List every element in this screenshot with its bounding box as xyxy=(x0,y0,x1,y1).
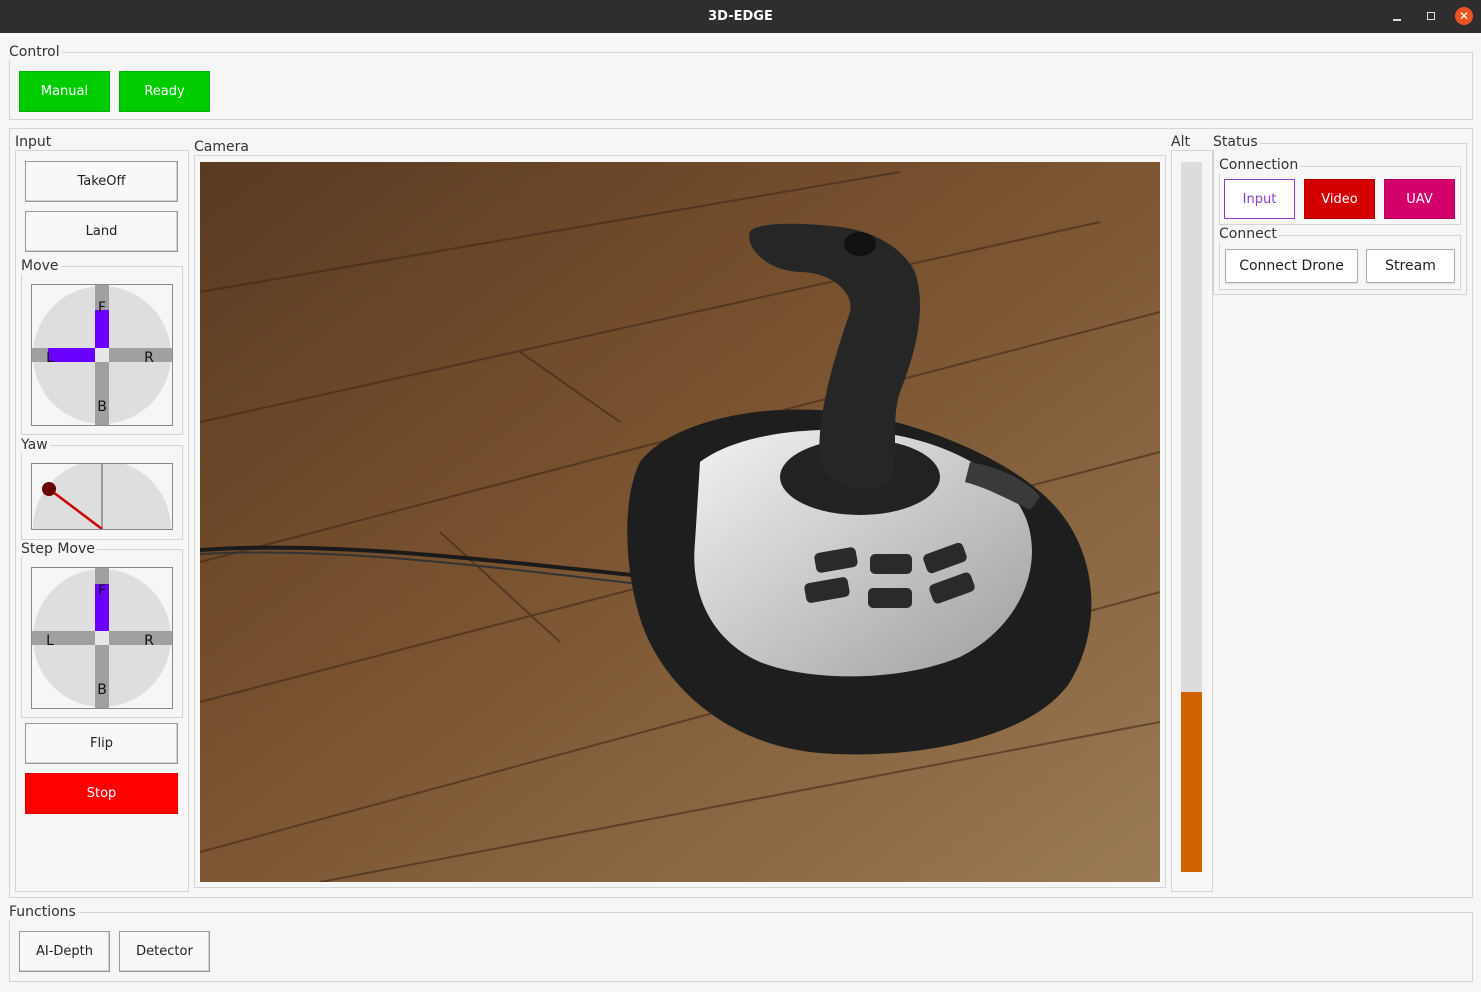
input-group-label: Input xyxy=(15,134,54,150)
step-center xyxy=(95,631,109,645)
move-label-r: R xyxy=(144,350,154,366)
input-status-indicator: Input xyxy=(1224,179,1295,219)
step-move-group-label: Step Move xyxy=(21,541,97,557)
functions-group-label: Functions xyxy=(9,904,78,920)
takeoff-button[interactable]: TakeOff xyxy=(25,161,178,202)
step-label-l: L xyxy=(46,633,54,649)
ai-depth-button[interactable]: AI-Depth xyxy=(19,931,110,972)
manual-button[interactable]: Manual xyxy=(19,71,110,112)
land-button[interactable]: Land xyxy=(25,211,178,252)
control-group xyxy=(9,52,1473,120)
camera-group-label: Camera xyxy=(194,139,251,155)
yaw-dial-graphic xyxy=(33,464,171,529)
connect-drone-button[interactable]: Connect Drone xyxy=(1225,249,1358,283)
alt-group-label: Alt xyxy=(1171,134,1192,150)
move-center xyxy=(95,348,109,362)
move-joystick[interactable]: F B L R xyxy=(31,284,173,426)
stream-button[interactable]: Stream xyxy=(1366,249,1455,283)
connection-group-label: Connection xyxy=(1219,157,1301,173)
step-label-r: R xyxy=(144,633,154,649)
camera-frame-image xyxy=(200,162,1160,882)
move-joystick-graphic: F B L R xyxy=(32,285,172,425)
flip-button[interactable]: Flip xyxy=(25,723,178,764)
yaw-group-label: Yaw xyxy=(21,437,50,453)
yaw-dial[interactable] xyxy=(31,463,173,530)
functions-group xyxy=(9,912,1473,982)
close-button[interactable]: ✕ xyxy=(1455,7,1473,25)
title-bar: 3D-EDGE ✕ xyxy=(0,0,1481,33)
move-label-l: L xyxy=(46,350,54,366)
minimize-button[interactable] xyxy=(1388,7,1406,25)
window-title: 3D-EDGE xyxy=(708,9,773,24)
step-move-joystick[interactable]: F B L R xyxy=(31,567,173,709)
uav-status-indicator: UAV xyxy=(1384,179,1455,219)
move-label-b: B xyxy=(97,399,107,415)
video-status-indicator: Video xyxy=(1304,179,1375,219)
move-group-label: Move xyxy=(21,258,61,274)
altitude-level-fill xyxy=(1181,691,1202,872)
stop-button[interactable]: Stop xyxy=(25,773,178,814)
detector-button[interactable]: Detector xyxy=(119,931,210,972)
step-label-b: B xyxy=(97,682,107,698)
minimize-icon xyxy=(1393,19,1401,21)
altitude-bar xyxy=(1181,162,1202,872)
yaw-knob[interactable] xyxy=(42,482,56,496)
move-label-f: F xyxy=(98,300,106,316)
ready-button[interactable]: Ready xyxy=(119,71,210,112)
close-icon: ✕ xyxy=(1458,9,1470,23)
step-move-joystick-graphic: F B L R xyxy=(32,568,172,708)
control-group-label: Control xyxy=(9,44,62,60)
maximize-icon xyxy=(1427,12,1435,20)
step-label-f: F xyxy=(98,583,106,599)
move-left-indicator xyxy=(48,348,95,362)
status-group-label: Status xyxy=(1213,134,1260,150)
connect-group-label: Connect xyxy=(1219,226,1279,242)
camera-feed xyxy=(200,162,1160,882)
maximize-button[interactable] xyxy=(1422,7,1440,25)
